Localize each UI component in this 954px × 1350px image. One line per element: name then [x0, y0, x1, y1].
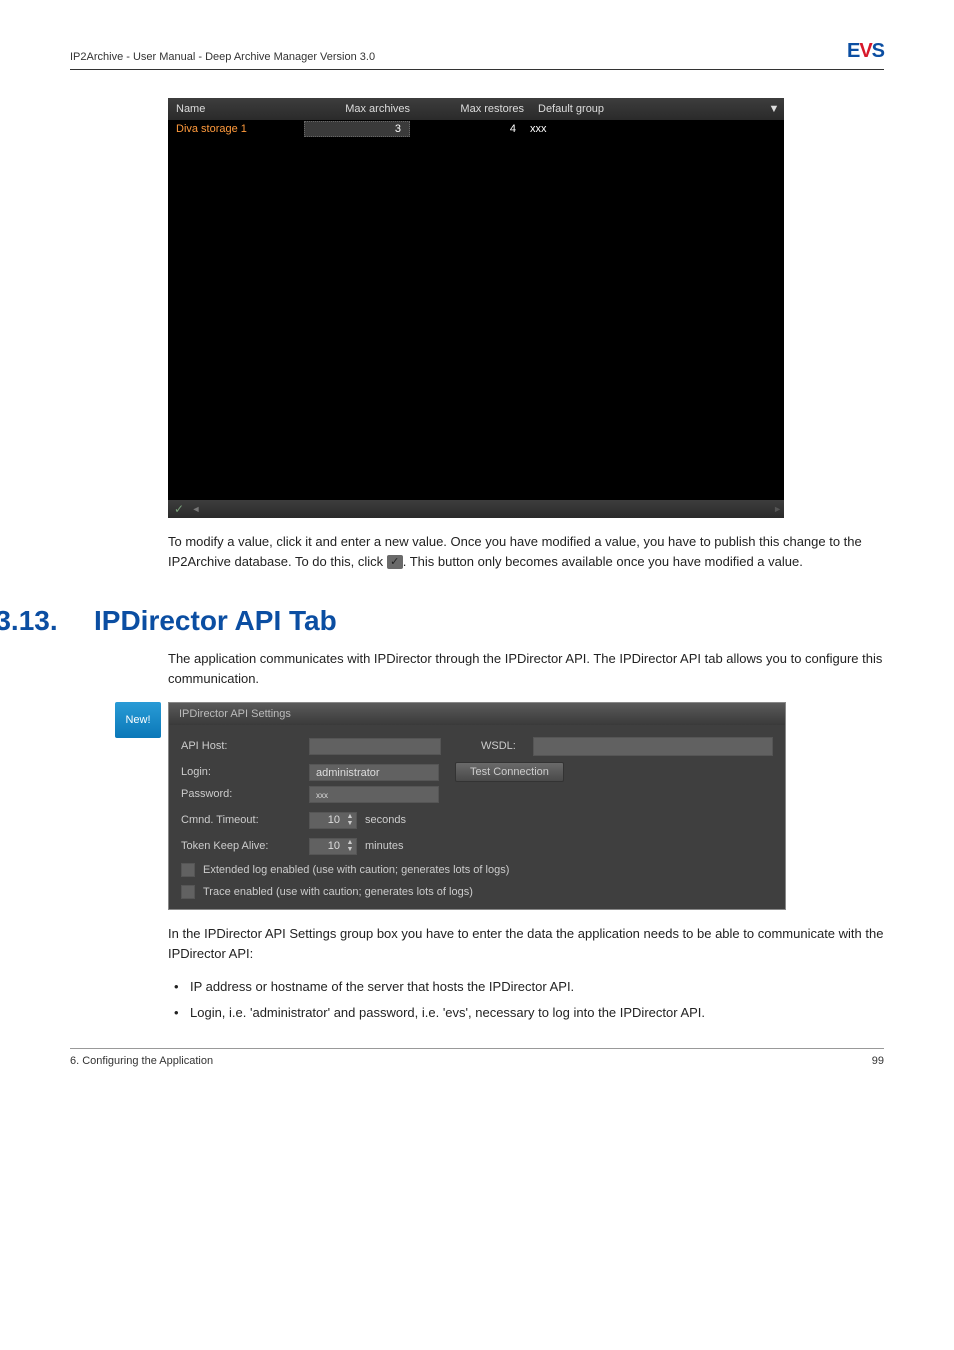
col-name[interactable]: Name	[168, 103, 304, 115]
scroll-left-icon[interactable]: ◄	[188, 504, 204, 514]
section-title: IPDirector API Tab	[94, 605, 337, 637]
col-default-group[interactable]: Default group	[532, 103, 764, 115]
cell-default-group[interactable]: xxx	[524, 123, 784, 135]
keepalive-unit: minutes	[365, 840, 404, 852]
storage-table-screenshot: Name Max archives Max restores Default g…	[168, 98, 784, 518]
trace-label: Trace enabled (use with caution; generat…	[203, 886, 473, 898]
paragraph-modify-value: To modify a value, click it and enter a …	[168, 532, 884, 571]
trace-checkbox[interactable]	[181, 885, 195, 899]
login-label: Login:	[181, 766, 309, 778]
extended-log-label: Extended log enabled (use with caution; …	[203, 864, 509, 876]
login-input[interactable]: administrator	[309, 764, 439, 781]
api-host-label: API Host:	[181, 740, 309, 752]
inline-check-icon: ✓	[387, 555, 403, 569]
footer-page-number: 99	[872, 1055, 884, 1067]
cmnd-timeout-label: Cmnd. Timeout:	[181, 814, 309, 826]
paragraph-api-intro: The application communicates with IPDire…	[168, 649, 884, 688]
timeout-unit: seconds	[365, 814, 406, 826]
evs-logo: EVS	[847, 40, 884, 63]
table-footer: ✓ ◄ ►	[168, 500, 784, 518]
wsdl-label: WSDL:	[481, 740, 533, 752]
spinner-up-icon[interactable]: ▲	[347, 839, 354, 846]
wsdl-input[interactable]	[533, 737, 773, 756]
list-item: Login, i.e. 'administrator' and password…	[168, 1003, 884, 1023]
password-input[interactable]: xxx	[309, 786, 439, 803]
list-item: IP address or hostname of the server tha…	[168, 977, 884, 997]
table-header-row: Name Max archives Max restores Default g…	[168, 98, 784, 120]
paragraph-settings-desc: In the IPDirector API Settings group box…	[168, 924, 884, 963]
scroll-right-icon[interactable]: ►	[773, 504, 782, 514]
spinner-down-icon[interactable]: ▼	[347, 846, 354, 853]
cmnd-timeout-stepper[interactable]: 10 ▲▼	[309, 812, 357, 829]
table-row[interactable]: Diva storage 1 3 4 xxx	[168, 120, 784, 138]
footer-chapter: 6. Configuring the Application	[70, 1055, 213, 1067]
ipdirector-api-settings-panel: IPDirector API Settings API Host: WSDL: …	[168, 702, 786, 910]
new-badge: New!	[115, 702, 161, 738]
password-label: Password:	[181, 788, 309, 800]
col-max-restores[interactable]: Max restores	[418, 103, 532, 115]
header-title: IP2Archive - User Manual - Deep Archive …	[70, 51, 375, 63]
settings-title: IPDirector API Settings	[169, 703, 785, 725]
section-number: 6.3.13.	[0, 605, 94, 637]
cell-max-restores[interactable]: 4	[410, 123, 524, 135]
test-connection-button[interactable]: Test Connection	[455, 762, 564, 782]
extended-log-checkbox[interactable]	[181, 863, 195, 877]
token-keepalive-label: Token Keep Alive:	[181, 840, 309, 852]
cell-name: Diva storage 1	[168, 123, 304, 135]
col-max-archives[interactable]: Max archives	[304, 103, 418, 115]
token-keepalive-stepper[interactable]: 10 ▲▼	[309, 838, 357, 855]
spinner-down-icon[interactable]: ▼	[347, 820, 354, 827]
publish-check-icon[interactable]: ✓	[170, 502, 188, 516]
api-host-input[interactable]	[309, 738, 441, 755]
cell-max-archives[interactable]: 3	[304, 121, 410, 137]
spinner-up-icon[interactable]: ▲	[347, 813, 354, 820]
sort-arrow-icon[interactable]: ▼	[764, 103, 784, 115]
